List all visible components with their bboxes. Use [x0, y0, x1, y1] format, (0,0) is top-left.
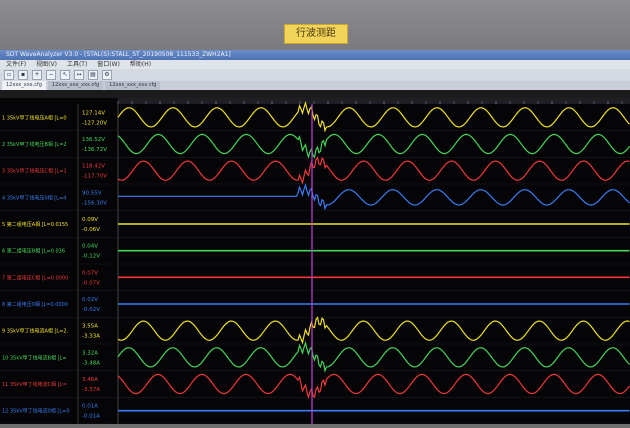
print-icon[interactable]: ▤ [88, 70, 98, 80]
toolbar: ▫ ▪ + − ↖ ↔ ▤ ⚙ [0, 69, 630, 81]
channel-label: 9 35kV甲丁线电流A相 [L=2. [2, 328, 69, 335]
channel-max: 3.46A [82, 377, 98, 383]
channel-min: -0.07V [82, 280, 100, 286]
channel-max: 136.52V [82, 137, 105, 143]
channel-max: 3.55A [82, 324, 98, 330]
channel-label: 5 第二组电压A相 [L=0.0155 [2, 221, 68, 228]
channel-min: -3.48A [82, 360, 100, 366]
channel-waveform [117, 133, 630, 160]
waveform-area[interactable]: 1 35kV甲丁线电压A相 [L=0 127.14V -127.20V 2 35kV甲… [0, 98, 630, 425]
channel-waveform [118, 182, 630, 211]
channel-waveform [117, 340, 630, 373]
open-icon[interactable]: ▫ [4, 70, 14, 80]
menu-file[interactable]: 文件(F) [6, 60, 26, 69]
menu-window[interactable]: 窗口(W) [97, 60, 120, 69]
channel-label: 11 35kV甲丁线电流C相 [L= [2, 381, 67, 388]
channel-label: 4 35kV甲丁线电压0相 [L=4 [2, 194, 66, 201]
channel-label: 8 第二组电压0相 [L=0.0000 [2, 301, 68, 308]
channel-waveform [117, 373, 630, 400]
channel-label: 2 35kV甲丁线电压B相 [L=2 [2, 141, 67, 148]
channel-label: 6 第二组电压B相 [L=0.036 [2, 248, 65, 255]
channel-max: 0.01A [82, 404, 98, 410]
channel-max: 0.04V [82, 244, 98, 250]
measure-icon[interactable]: ↔ [74, 70, 84, 80]
tab-1[interactable]: 12xxx_xxx.cfg [2, 81, 46, 90]
application-window: SDT WaveAnalyzer V3.0 - [STAL(S):STALL_S… [0, 50, 630, 425]
channel-min: -0.02V [82, 307, 100, 313]
channel-min: -136.72V [82, 147, 107, 153]
channel-label: 7 第二组电压C相 [L=0.0000 [2, 274, 68, 281]
window-title: SDT WaveAnalyzer V3.0 - [STAL(S):STALL_S… [0, 50, 630, 60]
channel-label: 10 35kV甲丁线电流B相 [L= [2, 354, 67, 361]
channel-label: 12 35kV甲丁线电流0相 [L=0 [2, 408, 70, 415]
channel-waveform [117, 316, 630, 345]
tab-2[interactable]: 12xxx_xxx_xxx.cfg [47, 81, 104, 90]
channel-min: -127.20V [82, 120, 107, 126]
menu-help[interactable]: 帮助(H) [130, 60, 151, 69]
channel-max: 90.55V [82, 190, 102, 196]
channel-min: -3.37A [82, 387, 100, 393]
channel-min: -156.30V [82, 200, 107, 206]
channel-min: -0.12V [82, 254, 100, 260]
channel-max: 3.32A [82, 350, 98, 356]
menu-tools[interactable]: 工具(T) [67, 60, 87, 69]
channel-min: -0.06V [82, 227, 100, 233]
cursor-icon[interactable]: ↖ [60, 70, 70, 80]
channel-waveform [117, 156, 630, 185]
channel-waveform [117, 100, 630, 133]
channel-min: -0.01A [82, 414, 100, 420]
document-tabs: 12xxx_xxx.cfg 12xxx_xxx_xxx.cfg 12xxx_xx… [0, 81, 630, 90]
channel-label: 3 35kV甲丁线电压C相 [L=1 [2, 168, 67, 175]
channel-max: 118.42V [82, 164, 105, 170]
menu-bar: 文件(F) 视图(V) 工具(T) 窗口(W) 帮助(H) [0, 60, 630, 69]
wall-sign: 行波测距 [284, 24, 348, 44]
channel-min: -117.70V [82, 174, 107, 180]
channel-max: 0.07V [82, 270, 98, 276]
tab-3[interactable]: 12xxx_xxx_xxx.cfg [105, 81, 161, 90]
menu-view[interactable]: 视图(V) [36, 60, 57, 69]
save-icon[interactable]: ▪ [18, 70, 28, 80]
waveform-svg: 1 35kV甲丁线电压A相 [L=0 127.14V -127.20V 2 35kV甲… [0, 98, 630, 425]
channel-max: 127.14V [82, 110, 105, 116]
info-bar [0, 90, 630, 98]
time-ruler [118, 98, 630, 104]
settings-icon[interactable]: ⚙ [102, 70, 112, 80]
zoom-out-icon[interactable]: − [46, 70, 56, 80]
zoom-in-icon[interactable]: + [32, 70, 42, 80]
channel-min: -3.33A [82, 334, 100, 340]
channel-max: 0.02V [82, 297, 98, 303]
channel-label: 1 35kV甲丁线电压A相 [L=0 [2, 114, 67, 121]
channel-max: 0.09V [82, 217, 98, 223]
